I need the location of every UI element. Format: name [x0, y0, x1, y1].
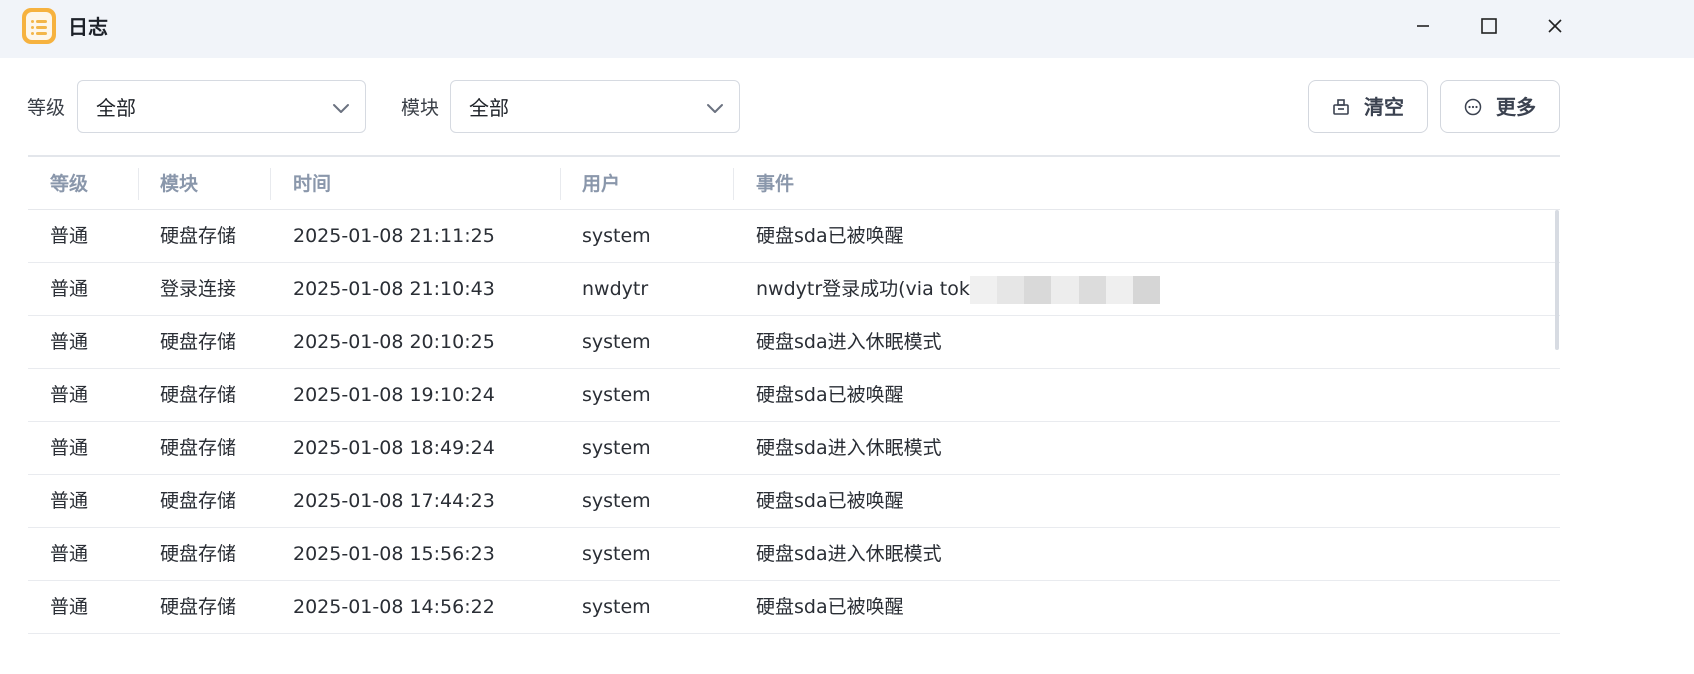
- table-row[interactable]: 普通 硬盘存储 2025-01-08 20:10:25 system 硬盘sda进入休眠…: [28, 316, 1560, 369]
- cell-level: 普通: [50, 437, 89, 459]
- maximize-icon: [1481, 18, 1497, 34]
- cell-event: 硬盘sda已被唤醒: [756, 384, 904, 406]
- cell-level: 普通: [50, 596, 89, 618]
- cell-level: 普通: [50, 384, 89, 406]
- clear-icon: [1333, 98, 1349, 115]
- cell-module: 硬盘存储: [160, 331, 237, 353]
- cell-module: 硬盘存储: [160, 384, 237, 406]
- cell-time: 2025-01-08 21:11:25: [293, 225, 495, 247]
- chevron-down-icon: [707, 104, 723, 113]
- cell-module: 硬盘存储: [160, 596, 237, 618]
- log-window: 日志 等级 全部 模块 全部 清空 更多 等级 模块 时间 用户 事件 普通 硬…: [0, 0, 1694, 674]
- table-row[interactable]: 普通 硬盘存储 2025-01-08 21:11:25 system 硬盘sda已被唤醒: [28, 210, 1560, 263]
- module-filter-value: 全部: [469, 96, 509, 120]
- maximize-button[interactable]: [1466, 8, 1512, 44]
- level-filter-select[interactable]: 全部: [77, 80, 366, 133]
- minimize-button[interactable]: [1400, 8, 1446, 44]
- table-row[interactable]: 普通 硬盘存储 2025-01-08 15:56:23 system 硬盘sda进入休眠…: [28, 528, 1560, 581]
- cell-module: 登录连接: [160, 278, 237, 300]
- close-icon: [1548, 19, 1562, 33]
- cell-level: 普通: [50, 490, 89, 512]
- cell-user: system: [582, 490, 651, 512]
- table-row[interactable]: 普通 登录连接 2025-01-08 21:10:43 nwdytr nwdytr登录成…: [28, 263, 1560, 316]
- chevron-down-icon: [333, 104, 349, 113]
- table-row[interactable]: 普通 硬盘存储 2025-01-08 18:49:24 system 硬盘sda进入休眠…: [28, 422, 1560, 475]
- more-button[interactable]: 更多: [1440, 80, 1560, 133]
- cell-module: 硬盘存储: [160, 543, 237, 565]
- cell-time: 2025-01-08 14:56:22: [293, 596, 495, 618]
- header-time[interactable]: 时间: [293, 171, 331, 197]
- table-scrollbar[interactable]: [1555, 210, 1559, 350]
- column-divider[interactable]: [733, 168, 734, 200]
- cell-time: 2025-01-08 18:49:24: [293, 437, 495, 459]
- level-filter-value: 全部: [96, 96, 136, 120]
- cell-module: 硬盘存储: [160, 490, 237, 512]
- cell-time: 2025-01-08 21:10:43: [293, 278, 495, 300]
- cell-level: 普通: [50, 331, 89, 353]
- cell-user: system: [582, 225, 651, 247]
- table-row[interactable]: 普通 硬盘存储 2025-01-08 17:44:23 system 硬盘sda已被唤醒: [28, 475, 1560, 528]
- header-level[interactable]: 等级: [50, 171, 88, 197]
- header-user[interactable]: 用户: [582, 171, 620, 197]
- clear-button[interactable]: 清空: [1308, 80, 1428, 133]
- cell-event: 硬盘sda已被唤醒: [756, 596, 904, 618]
- cell-event: nwdytr登录成功(via toke: [756, 278, 981, 300]
- title-bar: 日志: [0, 0, 1694, 58]
- redacted-mosaic: [970, 276, 1160, 304]
- cell-time: 2025-01-08 17:44:23: [293, 490, 495, 512]
- module-filter-label: 模块: [401, 97, 440, 119]
- cell-user: system: [582, 331, 651, 353]
- table-body: 普通 硬盘存储 2025-01-08 21:11:25 system 硬盘sda已被唤醒…: [28, 210, 1560, 634]
- cell-level: 普通: [50, 225, 89, 247]
- column-divider[interactable]: [270, 168, 271, 200]
- column-divider[interactable]: [560, 168, 561, 200]
- log-app-icon: [22, 8, 56, 44]
- cell-event: 硬盘sda进入休眠模式: [756, 331, 942, 353]
- cell-user: system: [582, 543, 651, 565]
- cell-module: 硬盘存储: [160, 437, 237, 459]
- cell-module: 硬盘存储: [160, 225, 237, 247]
- cell-event: 硬盘sda进入休眠模式: [756, 437, 942, 459]
- more-icon: [1464, 98, 1482, 115]
- column-divider[interactable]: [138, 168, 139, 200]
- cell-event: 硬盘sda已被唤醒: [756, 490, 904, 512]
- cell-level: 普通: [50, 278, 89, 300]
- clear-button-label: 清空: [1364, 94, 1404, 119]
- cell-event: 硬盘sda已被唤醒: [756, 225, 904, 247]
- cell-user: system: [582, 437, 651, 459]
- cell-level: 普通: [50, 543, 89, 565]
- cell-time: 2025-01-08 19:10:24: [293, 384, 495, 406]
- cell-user: nwdytr: [582, 278, 649, 300]
- more-button-label: 更多: [1496, 94, 1536, 119]
- window-title: 日志: [68, 15, 108, 39]
- close-button[interactable]: [1532, 8, 1578, 44]
- table-row[interactable]: 普通 硬盘存储 2025-01-08 19:10:24 system 硬盘sda已被唤醒: [28, 369, 1560, 422]
- module-filter-select[interactable]: 全部: [450, 80, 740, 133]
- cell-user: system: [582, 596, 651, 618]
- header-event[interactable]: 事件: [756, 171, 794, 197]
- log-table: 等级 模块 时间 用户 事件 普通 硬盘存储 2025-01-08 21:11:25…: [28, 155, 1560, 634]
- level-filter-label: 等级: [27, 97, 66, 119]
- cell-time: 2025-01-08 15:56:23: [293, 543, 495, 565]
- table-header: 等级 模块 时间 用户 事件: [28, 155, 1560, 210]
- minimize-icon: [1417, 25, 1429, 27]
- header-module[interactable]: 模块: [160, 171, 198, 197]
- cell-time: 2025-01-08 20:10:25: [293, 331, 495, 353]
- cell-user: system: [582, 384, 651, 406]
- cell-event: 硬盘sda进入休眠模式: [756, 543, 942, 565]
- table-row[interactable]: 普通 硬盘存储 2025-01-08 14:56:22 system 硬盘sda已被唤醒: [28, 581, 1560, 634]
